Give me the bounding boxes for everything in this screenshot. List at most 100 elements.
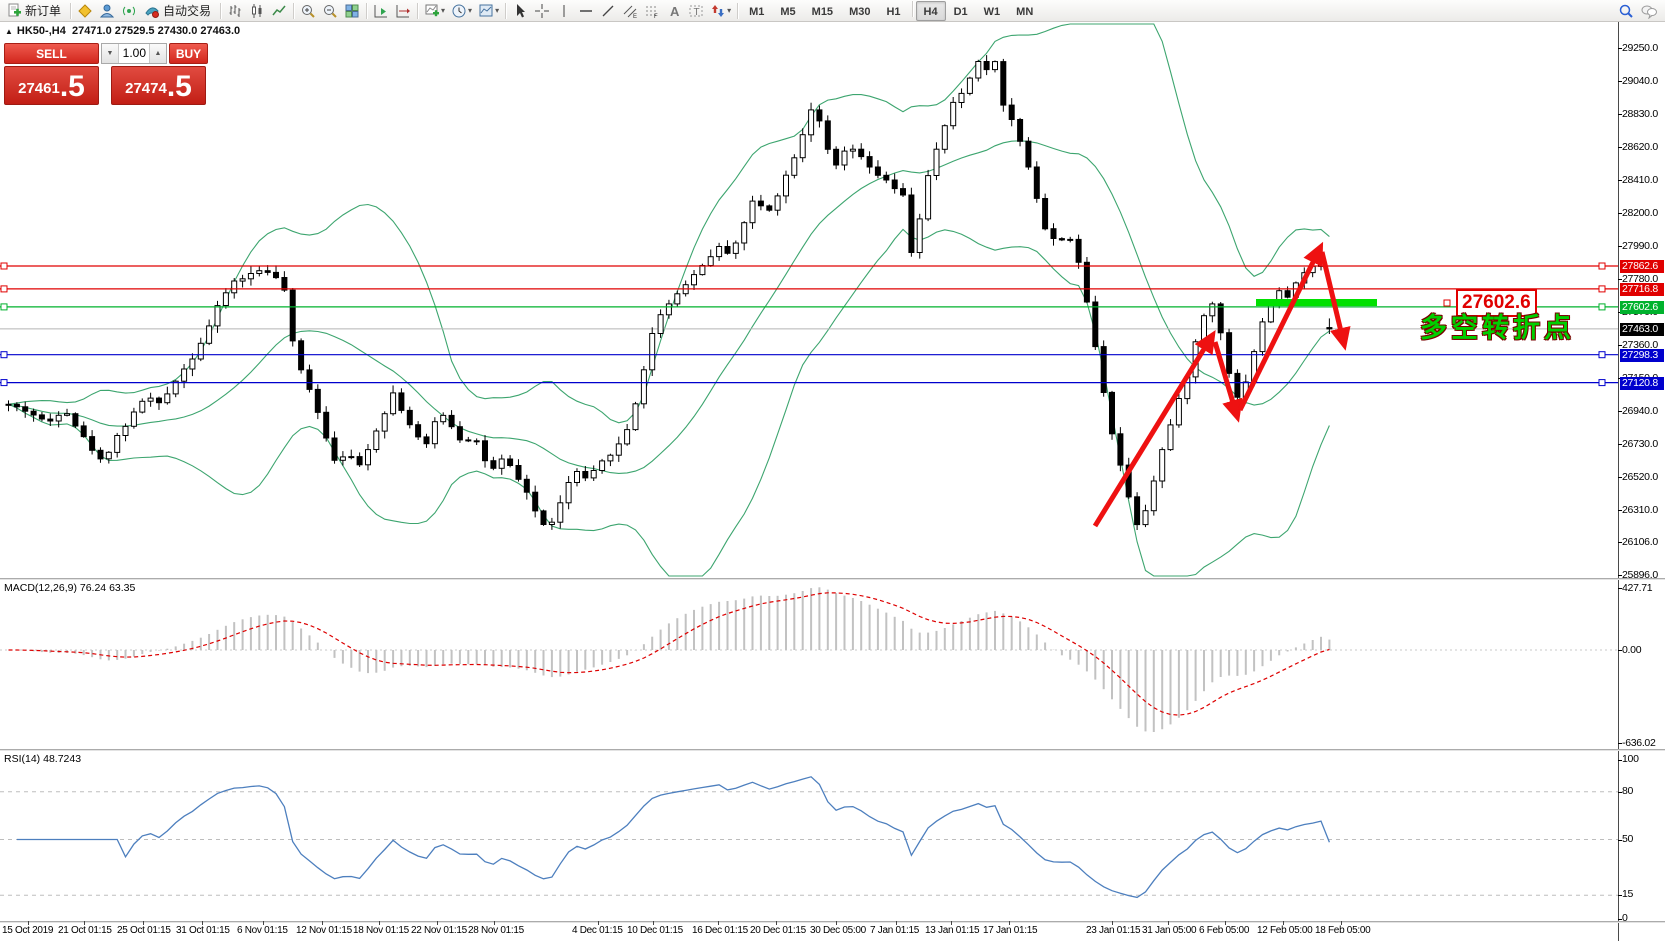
rsi-axis-tickmark [1618, 760, 1622, 761]
sell-price-button[interactable]: 27461.5 [4, 66, 99, 105]
timeframe-button-d1[interactable]: D1 [946, 1, 976, 21]
rsi-axis-tickmark [1618, 840, 1622, 841]
equidistant-channel-button[interactable]: E [619, 1, 641, 21]
timeframe-button-h1[interactable]: H1 [878, 1, 908, 21]
timeframe-button-m5[interactable]: M5 [772, 1, 803, 21]
chart-symbol-header: ▲HK50-,H4 27471.0 27529.5 27430.0 27463.… [5, 25, 240, 37]
time-axis-label: 23 Jan 01:15 [1086, 925, 1140, 936]
time-axis-label: 18 Feb 05:00 [1315, 925, 1370, 936]
fibonacci-button[interactable]: F [641, 1, 663, 21]
arrows-button[interactable]: ▾ [707, 1, 734, 21]
svg-text:F: F [654, 14, 658, 19]
new-order-button[interactable]: 新订单 [2, 1, 67, 21]
chart-shift-icon [395, 3, 411, 19]
indicators-button[interactable]: ▾ [421, 1, 448, 21]
auto-scroll-button[interactable] [370, 1, 392, 21]
horizontal-line-button[interactable] [575, 1, 597, 21]
buy-price-button[interactable]: 27474.5 [111, 66, 206, 105]
chart-shift-button[interactable] [392, 1, 414, 21]
zoom-out-button[interactable] [319, 1, 341, 21]
timeframe-button-w1[interactable]: W1 [976, 1, 1009, 21]
buy-button[interactable]: BUY [169, 43, 208, 64]
sell-price-main: 27461 [18, 76, 60, 102]
time-axis-tickmark [653, 921, 654, 925]
community-icon [99, 3, 115, 19]
toolbar-separator [366, 3, 367, 19]
line-chart-button[interactable] [268, 1, 290, 21]
main-toolbar: 新订单 自动交易 [0, 0, 1665, 22]
zoom-in-button[interactable] [297, 1, 319, 21]
time-axis-label: 12 Nov 01:15 [296, 925, 352, 936]
toolbar-separator [293, 3, 294, 19]
bar-chart-icon [227, 3, 243, 19]
chat-button[interactable] [1637, 1, 1661, 21]
fibonacci-icon: F [644, 3, 660, 19]
time-axis-label: 7 Jan 01:15 [870, 925, 919, 936]
price-level-label: 27602.6 [1620, 301, 1664, 314]
volume-down-button[interactable]: ▼ [102, 44, 119, 63]
community-button[interactable] [96, 1, 118, 21]
price-level-label: 27862.6 [1620, 260, 1664, 273]
price-chart-pane[interactable] [0, 22, 1618, 578]
sell-button[interactable]: SELL [4, 43, 99, 64]
crosshair-button[interactable] [531, 1, 553, 21]
timeframe-button-mn[interactable]: MN [1008, 1, 1041, 21]
price-axis-tick-label: 26730.0 [1622, 438, 1664, 451]
trendline-button[interactable] [597, 1, 619, 21]
candlestick-chart-button[interactable] [246, 1, 268, 21]
svg-text:T: T [694, 7, 700, 18]
templates-button[interactable]: ▾ [475, 1, 502, 21]
signals-button[interactable] [118, 1, 140, 21]
periods-button[interactable]: ▾ [448, 1, 475, 21]
search-button[interactable] [1615, 1, 1637, 21]
rsi-pane[interactable] [0, 751, 1618, 921]
support-zone-bar[interactable] [1256, 299, 1377, 306]
time-axis-tickmark [776, 921, 777, 925]
candles [6, 55, 1332, 530]
pane-separator[interactable] [0, 578, 1665, 580]
trendline-icon [600, 3, 616, 19]
metaeditor-button[interactable] [74, 1, 96, 21]
timeframe-group: M1M5M15M30H1 H4D1W1MN [741, 1, 1041, 21]
cursor-button[interactable] [509, 1, 531, 21]
svg-text:E: E [633, 14, 637, 19]
tile-windows-button[interactable] [341, 1, 363, 21]
collapse-icon[interactable]: ▲ [5, 27, 13, 36]
pane-separator[interactable] [0, 749, 1665, 751]
macd-pane[interactable] [0, 580, 1618, 749]
toolbar-separator [737, 3, 738, 19]
time-axis-tickmark [1168, 921, 1169, 925]
price-axis-tickmark [1618, 213, 1622, 214]
autotrading-button[interactable]: 自动交易 [140, 1, 217, 21]
bar-chart-button[interactable] [224, 1, 246, 21]
price-axis-tick-label: 28620.0 [1622, 141, 1664, 154]
price-level-label: 27120.8 [1620, 377, 1664, 390]
candlestick-chart-icon [249, 3, 265, 19]
time-axis-label: 20 Dec 01:15 [750, 925, 806, 936]
macd-axis-tickmark [1618, 650, 1622, 651]
text-button[interactable]: A [663, 1, 685, 21]
vertical-line-button[interactable] [553, 1, 575, 21]
chart-ohlc-values: 27471.0 27529.5 27430.0 27463.0 [72, 25, 240, 37]
timeframe-button-h4[interactable]: H4 [916, 1, 946, 21]
timeframe-button-m15[interactable]: M15 [804, 1, 841, 21]
rsi-axis-tickmark [1618, 919, 1622, 920]
timeframe-button-m30[interactable]: M30 [841, 1, 878, 21]
time-axis-label: 6 Feb 05:00 [1199, 925, 1249, 936]
turning-point-annotation: 多空转折点 [1420, 306, 1575, 345]
macd-name: MACD(12,26,9) [4, 582, 77, 594]
arrows-icon [710, 3, 726, 19]
time-axis-label: 10 Dec 01:15 [627, 925, 683, 936]
time-axis-tickmark [836, 921, 837, 925]
volume-up-button[interactable]: ▲ [149, 44, 166, 63]
timeframe-button-m1[interactable]: M1 [741, 1, 772, 21]
volume-input[interactable]: 1.00 [119, 44, 149, 63]
price-axis-tick-label: 29250.0 [1622, 42, 1664, 55]
text-label-button[interactable]: T [685, 1, 707, 21]
price-axis-tickmark [1618, 147, 1622, 148]
toolbar-separator [70, 3, 71, 19]
line-chart-icon [271, 3, 287, 19]
macd-signal-line [9, 593, 1330, 715]
price-axis-tick-label: 28200.0 [1622, 207, 1664, 220]
chevron-down-icon: ▾ [727, 6, 731, 15]
